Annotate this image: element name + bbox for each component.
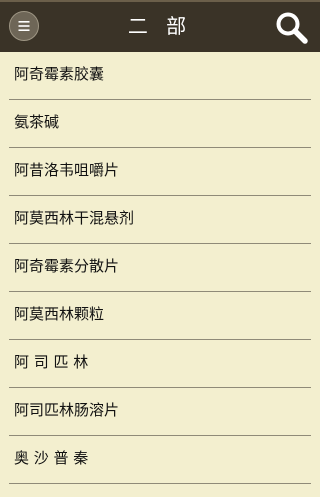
list-item-label: 阿莫西林颗粒 bbox=[14, 305, 105, 323]
list-item[interactable]: 阿 司 匹 林 bbox=[9, 340, 311, 388]
list-item-label: 阿昔洛韦咀嚼片 bbox=[14, 161, 120, 179]
list-item-label: 氨茶碱 bbox=[14, 113, 60, 131]
list-item-label: 阿奇霉素胶囊 bbox=[14, 65, 105, 83]
list-item-label: 阿司匹林肠溶片 bbox=[14, 401, 120, 419]
menu-button[interactable] bbox=[9, 11, 39, 41]
top-app-bar: 二 部 bbox=[0, 0, 320, 52]
list-item[interactable]: 阿莫西林干混悬剂 bbox=[9, 196, 311, 244]
list-item[interactable]: 阿昔洛韦咀嚼片 bbox=[9, 148, 311, 196]
list-item-label: 阿奇霉素分散片 bbox=[14, 257, 120, 275]
list-item-label: 阿莫西林干混悬剂 bbox=[14, 209, 135, 227]
list-item[interactable]: 阿奇霉素胶囊 bbox=[9, 52, 311, 100]
search-icon bbox=[276, 12, 308, 44]
list-item-label: 阿 司 匹 林 bbox=[14, 353, 89, 371]
page-title: 二 部 bbox=[127, 14, 193, 38]
drug-list: 阿奇霉素胶囊 氨茶碱 阿昔洛韦咀嚼片 阿莫西林干混悬剂 阿奇霉素分散片 阿莫西林… bbox=[0, 52, 320, 484]
list-item[interactable]: 阿奇霉素分散片 bbox=[9, 244, 311, 292]
list-item[interactable]: 阿司匹林肠溶片 bbox=[9, 388, 311, 436]
hamburger-menu-icon bbox=[18, 21, 30, 31]
list-item[interactable]: 奥 沙 普 秦 bbox=[9, 436, 311, 484]
list-item-label: 奥 沙 普 秦 bbox=[14, 449, 89, 467]
search-button[interactable] bbox=[274, 9, 310, 45]
list-item[interactable]: 阿莫西林颗粒 bbox=[9, 292, 311, 340]
list-item[interactable]: 氨茶碱 bbox=[9, 100, 311, 148]
